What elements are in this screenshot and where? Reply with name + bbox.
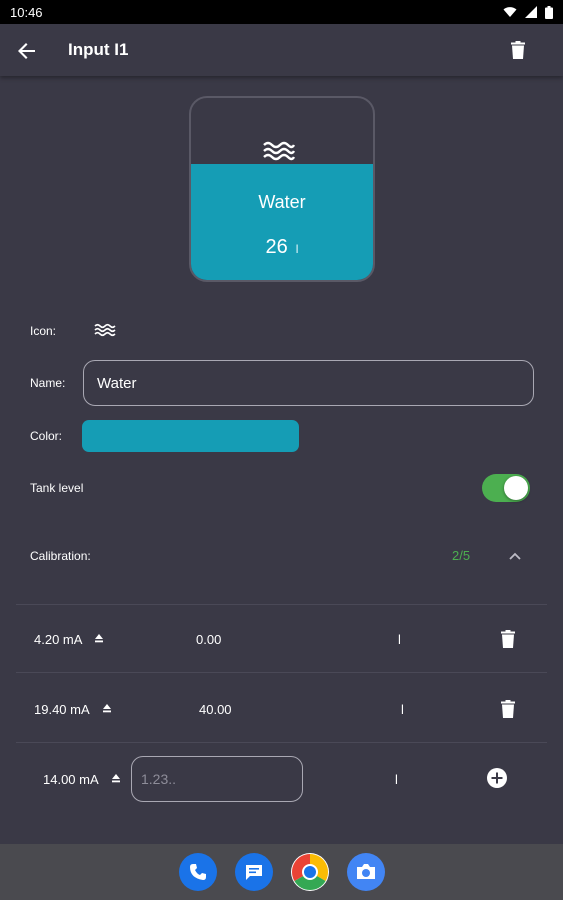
camera-app-icon[interactable] <box>347 853 385 891</box>
wifi-icon <box>503 7 517 17</box>
tank-level-fill <box>191 163 373 280</box>
name-label: Name: <box>30 376 66 390</box>
chrome-app-icon[interactable] <box>291 853 329 891</box>
tank-value: 26 <box>265 236 288 258</box>
name-field[interactable] <box>83 360 534 406</box>
trash-icon <box>511 41 525 59</box>
divider <box>16 604 547 605</box>
page-title: Input I1 <box>68 40 129 59</box>
calibration-current: 19.40 mA <box>34 702 90 717</box>
tank-level-toggle[interactable] <box>482 474 530 502</box>
tank-preview-card[interactable]: Water 26 l <box>189 96 375 282</box>
color-label: Color: <box>30 429 63 443</box>
trash-icon <box>501 700 515 718</box>
add-circle-icon <box>487 768 507 788</box>
signal-icon <box>525 6 537 18</box>
add-calibration-button[interactable] <box>486 767 508 789</box>
tank-unit: l <box>295 242 299 256</box>
calibration-unit: l <box>401 702 404 717</box>
calibration-value[interactable]: 0.00 <box>196 632 221 647</box>
app-bar: Input I1 <box>0 24 563 76</box>
status-icons <box>503 5 553 19</box>
tank-value-row: 26 l <box>191 236 373 259</box>
phone-handset-icon <box>190 864 206 880</box>
tank-level-label: Tank level <box>30 481 84 495</box>
chevron-up-icon <box>509 552 521 560</box>
delete-calibration-button[interactable] <box>497 698 519 720</box>
delete-input-button[interactable] <box>506 38 530 62</box>
sensor-capture-icon[interactable] <box>103 704 111 714</box>
calibration-current: 14.00 mA <box>43 772 99 787</box>
calibration-value-input[interactable] <box>131 756 303 802</box>
back-button[interactable] <box>14 38 40 64</box>
sensor-capture-icon[interactable] <box>112 774 120 784</box>
sensor-capture-icon[interactable] <box>95 634 103 644</box>
camera-icon <box>357 864 375 879</box>
divider <box>16 742 547 743</box>
toggle-knob <box>504 476 528 500</box>
water-waves-icon[interactable] <box>94 323 116 337</box>
water-waves-icon <box>263 141 295 161</box>
trash-icon <box>501 630 515 648</box>
color-picker-swatch[interactable] <box>82 420 299 452</box>
status-bar: 10:46 <box>0 0 563 24</box>
divider <box>16 672 547 673</box>
tank-name: Water <box>258 192 306 212</box>
calibration-unit: l <box>395 772 398 787</box>
status-time: 10:46 <box>10 4 43 20</box>
messages-app-icon[interactable] <box>235 853 273 891</box>
calibration-value[interactable]: 40.00 <box>199 702 232 717</box>
icon-label: Icon: <box>30 324 57 338</box>
calibration-label: Calibration: <box>30 549 91 563</box>
delete-calibration-button[interactable] <box>497 628 519 650</box>
chat-bubble-icon <box>246 865 262 880</box>
calibration-unit: l <box>398 632 401 647</box>
arrow-back-icon <box>18 43 35 59</box>
battery-icon <box>545 5 553 19</box>
calibration-collapse-button[interactable] <box>505 546 525 566</box>
chrome-logo-icon <box>291 854 329 891</box>
calibration-current: 4.20 mA <box>34 632 83 647</box>
phone-app-icon[interactable] <box>179 853 217 891</box>
calibration-count: 2/5 <box>452 548 471 563</box>
navigation-dock <box>0 844 563 900</box>
